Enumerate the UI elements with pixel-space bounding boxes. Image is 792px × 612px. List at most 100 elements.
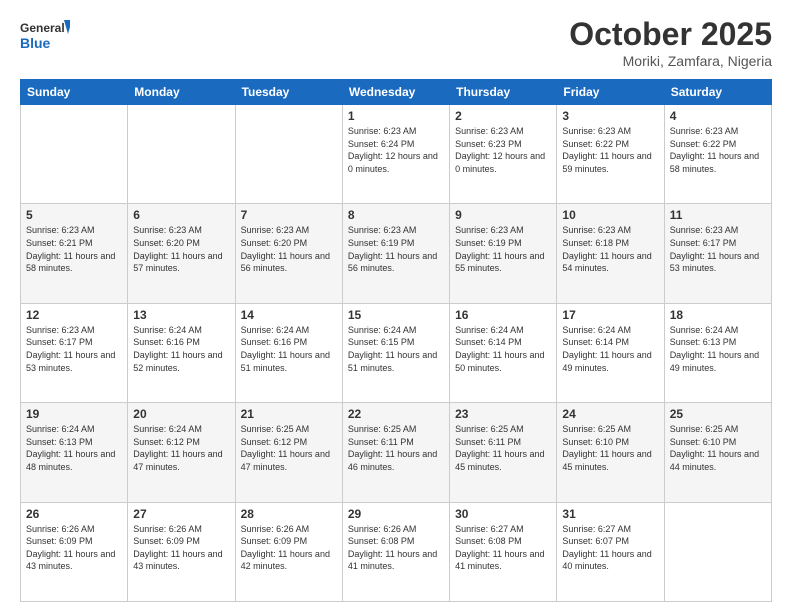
day-number: 23 xyxy=(455,407,551,421)
day-info: Sunrise: 6:23 AMSunset: 6:24 PMDaylight:… xyxy=(348,125,444,175)
calendar-cell xyxy=(21,105,128,204)
calendar-cell: 22 Sunrise: 6:25 AMSunset: 6:11 PMDaylig… xyxy=(342,403,449,502)
header-wednesday: Wednesday xyxy=(342,80,449,105)
calendar-cell: 23 Sunrise: 6:25 AMSunset: 6:11 PMDaylig… xyxy=(450,403,557,502)
day-number: 19 xyxy=(26,407,122,421)
day-info: Sunrise: 6:23 AMSunset: 6:22 PMDaylight:… xyxy=(670,125,766,175)
day-info: Sunrise: 6:24 AMSunset: 6:13 PMDaylight:… xyxy=(26,423,122,473)
calendar-cell: 28 Sunrise: 6:26 AMSunset: 6:09 PMDaylig… xyxy=(235,502,342,601)
day-info: Sunrise: 6:24 AMSunset: 6:12 PMDaylight:… xyxy=(133,423,229,473)
day-number: 8 xyxy=(348,208,444,222)
day-info: Sunrise: 6:23 AMSunset: 6:19 PMDaylight:… xyxy=(348,224,444,274)
calendar-cell: 26 Sunrise: 6:26 AMSunset: 6:09 PMDaylig… xyxy=(21,502,128,601)
day-info: Sunrise: 6:25 AMSunset: 6:11 PMDaylight:… xyxy=(455,423,551,473)
day-number: 21 xyxy=(241,407,337,421)
day-info: Sunrise: 6:23 AMSunset: 6:17 PMDaylight:… xyxy=(26,324,122,374)
calendar-cell: 6 Sunrise: 6:23 AMSunset: 6:20 PMDayligh… xyxy=(128,204,235,303)
calendar-cell: 16 Sunrise: 6:24 AMSunset: 6:14 PMDaylig… xyxy=(450,303,557,402)
calendar-title: October 2025 xyxy=(569,16,772,53)
day-info: Sunrise: 6:23 AMSunset: 6:22 PMDaylight:… xyxy=(562,125,658,175)
day-number: 10 xyxy=(562,208,658,222)
day-number: 4 xyxy=(670,109,766,123)
day-info: Sunrise: 6:26 AMSunset: 6:09 PMDaylight:… xyxy=(241,523,337,573)
calendar-cell: 31 Sunrise: 6:27 AMSunset: 6:07 PMDaylig… xyxy=(557,502,664,601)
calendar-subtitle: Moriki, Zamfara, Nigeria xyxy=(569,53,772,69)
header-monday: Monday xyxy=(128,80,235,105)
calendar-cell: 13 Sunrise: 6:24 AMSunset: 6:16 PMDaylig… xyxy=(128,303,235,402)
day-number: 14 xyxy=(241,308,337,322)
day-number: 16 xyxy=(455,308,551,322)
calendar-cell xyxy=(664,502,771,601)
calendar-cell: 3 Sunrise: 6:23 AMSunset: 6:22 PMDayligh… xyxy=(557,105,664,204)
week-row-4: 26 Sunrise: 6:26 AMSunset: 6:09 PMDaylig… xyxy=(21,502,772,601)
week-row-0: 1 Sunrise: 6:23 AMSunset: 6:24 PMDayligh… xyxy=(21,105,772,204)
logo-svg: General Blue xyxy=(20,16,70,56)
calendar-cell: 27 Sunrise: 6:26 AMSunset: 6:09 PMDaylig… xyxy=(128,502,235,601)
svg-text:General: General xyxy=(20,21,65,35)
calendar-cell xyxy=(235,105,342,204)
calendar-table: Sunday Monday Tuesday Wednesday Thursday… xyxy=(20,79,772,602)
day-number: 5 xyxy=(26,208,122,222)
calendar-cell: 7 Sunrise: 6:23 AMSunset: 6:20 PMDayligh… xyxy=(235,204,342,303)
weekday-header-row: Sunday Monday Tuesday Wednesday Thursday… xyxy=(21,80,772,105)
title-block: October 2025 Moriki, Zamfara, Nigeria xyxy=(569,16,772,69)
day-info: Sunrise: 6:25 AMSunset: 6:10 PMDaylight:… xyxy=(562,423,658,473)
header-friday: Friday xyxy=(557,80,664,105)
calendar-cell: 25 Sunrise: 6:25 AMSunset: 6:10 PMDaylig… xyxy=(664,403,771,502)
logo: General Blue xyxy=(20,16,70,56)
week-row-2: 12 Sunrise: 6:23 AMSunset: 6:17 PMDaylig… xyxy=(21,303,772,402)
calendar-cell: 18 Sunrise: 6:24 AMSunset: 6:13 PMDaylig… xyxy=(664,303,771,402)
calendar-cell: 10 Sunrise: 6:23 AMSunset: 6:18 PMDaylig… xyxy=(557,204,664,303)
day-number: 22 xyxy=(348,407,444,421)
day-info: Sunrise: 6:24 AMSunset: 6:14 PMDaylight:… xyxy=(562,324,658,374)
header-tuesday: Tuesday xyxy=(235,80,342,105)
day-number: 1 xyxy=(348,109,444,123)
calendar-cell: 4 Sunrise: 6:23 AMSunset: 6:22 PMDayligh… xyxy=(664,105,771,204)
week-row-3: 19 Sunrise: 6:24 AMSunset: 6:13 PMDaylig… xyxy=(21,403,772,502)
day-info: Sunrise: 6:23 AMSunset: 6:20 PMDaylight:… xyxy=(133,224,229,274)
day-number: 25 xyxy=(670,407,766,421)
day-number: 9 xyxy=(455,208,551,222)
day-number: 12 xyxy=(26,308,122,322)
day-info: Sunrise: 6:24 AMSunset: 6:16 PMDaylight:… xyxy=(133,324,229,374)
day-number: 6 xyxy=(133,208,229,222)
day-info: Sunrise: 6:26 AMSunset: 6:08 PMDaylight:… xyxy=(348,523,444,573)
day-info: Sunrise: 6:23 AMSunset: 6:18 PMDaylight:… xyxy=(562,224,658,274)
day-number: 24 xyxy=(562,407,658,421)
calendar-cell: 30 Sunrise: 6:27 AMSunset: 6:08 PMDaylig… xyxy=(450,502,557,601)
day-number: 18 xyxy=(670,308,766,322)
calendar-cell: 1 Sunrise: 6:23 AMSunset: 6:24 PMDayligh… xyxy=(342,105,449,204)
calendar-cell: 2 Sunrise: 6:23 AMSunset: 6:23 PMDayligh… xyxy=(450,105,557,204)
day-info: Sunrise: 6:25 AMSunset: 6:10 PMDaylight:… xyxy=(670,423,766,473)
day-number: 28 xyxy=(241,507,337,521)
header-sunday: Sunday xyxy=(21,80,128,105)
day-info: Sunrise: 6:23 AMSunset: 6:17 PMDaylight:… xyxy=(670,224,766,274)
day-info: Sunrise: 6:27 AMSunset: 6:08 PMDaylight:… xyxy=(455,523,551,573)
day-number: 31 xyxy=(562,507,658,521)
day-number: 27 xyxy=(133,507,229,521)
header-saturday: Saturday xyxy=(664,80,771,105)
calendar-cell: 17 Sunrise: 6:24 AMSunset: 6:14 PMDaylig… xyxy=(557,303,664,402)
calendar-cell: 20 Sunrise: 6:24 AMSunset: 6:12 PMDaylig… xyxy=(128,403,235,502)
day-info: Sunrise: 6:23 AMSunset: 6:21 PMDaylight:… xyxy=(26,224,122,274)
day-info: Sunrise: 6:26 AMSunset: 6:09 PMDaylight:… xyxy=(133,523,229,573)
day-info: Sunrise: 6:24 AMSunset: 6:14 PMDaylight:… xyxy=(455,324,551,374)
calendar-cell: 11 Sunrise: 6:23 AMSunset: 6:17 PMDaylig… xyxy=(664,204,771,303)
day-number: 3 xyxy=(562,109,658,123)
calendar-cell: 8 Sunrise: 6:23 AMSunset: 6:19 PMDayligh… xyxy=(342,204,449,303)
calendar-cell: 5 Sunrise: 6:23 AMSunset: 6:21 PMDayligh… xyxy=(21,204,128,303)
calendar-cell: 24 Sunrise: 6:25 AMSunset: 6:10 PMDaylig… xyxy=(557,403,664,502)
calendar-cell: 21 Sunrise: 6:25 AMSunset: 6:12 PMDaylig… xyxy=(235,403,342,502)
svg-text:Blue: Blue xyxy=(20,35,51,51)
day-info: Sunrise: 6:23 AMSunset: 6:20 PMDaylight:… xyxy=(241,224,337,274)
week-row-1: 5 Sunrise: 6:23 AMSunset: 6:21 PMDayligh… xyxy=(21,204,772,303)
day-info: Sunrise: 6:23 AMSunset: 6:19 PMDaylight:… xyxy=(455,224,551,274)
day-number: 29 xyxy=(348,507,444,521)
day-info: Sunrise: 6:26 AMSunset: 6:09 PMDaylight:… xyxy=(26,523,122,573)
calendar-cell: 19 Sunrise: 6:24 AMSunset: 6:13 PMDaylig… xyxy=(21,403,128,502)
day-info: Sunrise: 6:25 AMSunset: 6:12 PMDaylight:… xyxy=(241,423,337,473)
calendar-cell xyxy=(128,105,235,204)
day-info: Sunrise: 6:24 AMSunset: 6:15 PMDaylight:… xyxy=(348,324,444,374)
day-info: Sunrise: 6:24 AMSunset: 6:16 PMDaylight:… xyxy=(241,324,337,374)
page: General Blue October 2025 Moriki, Zamfar… xyxy=(0,0,792,612)
